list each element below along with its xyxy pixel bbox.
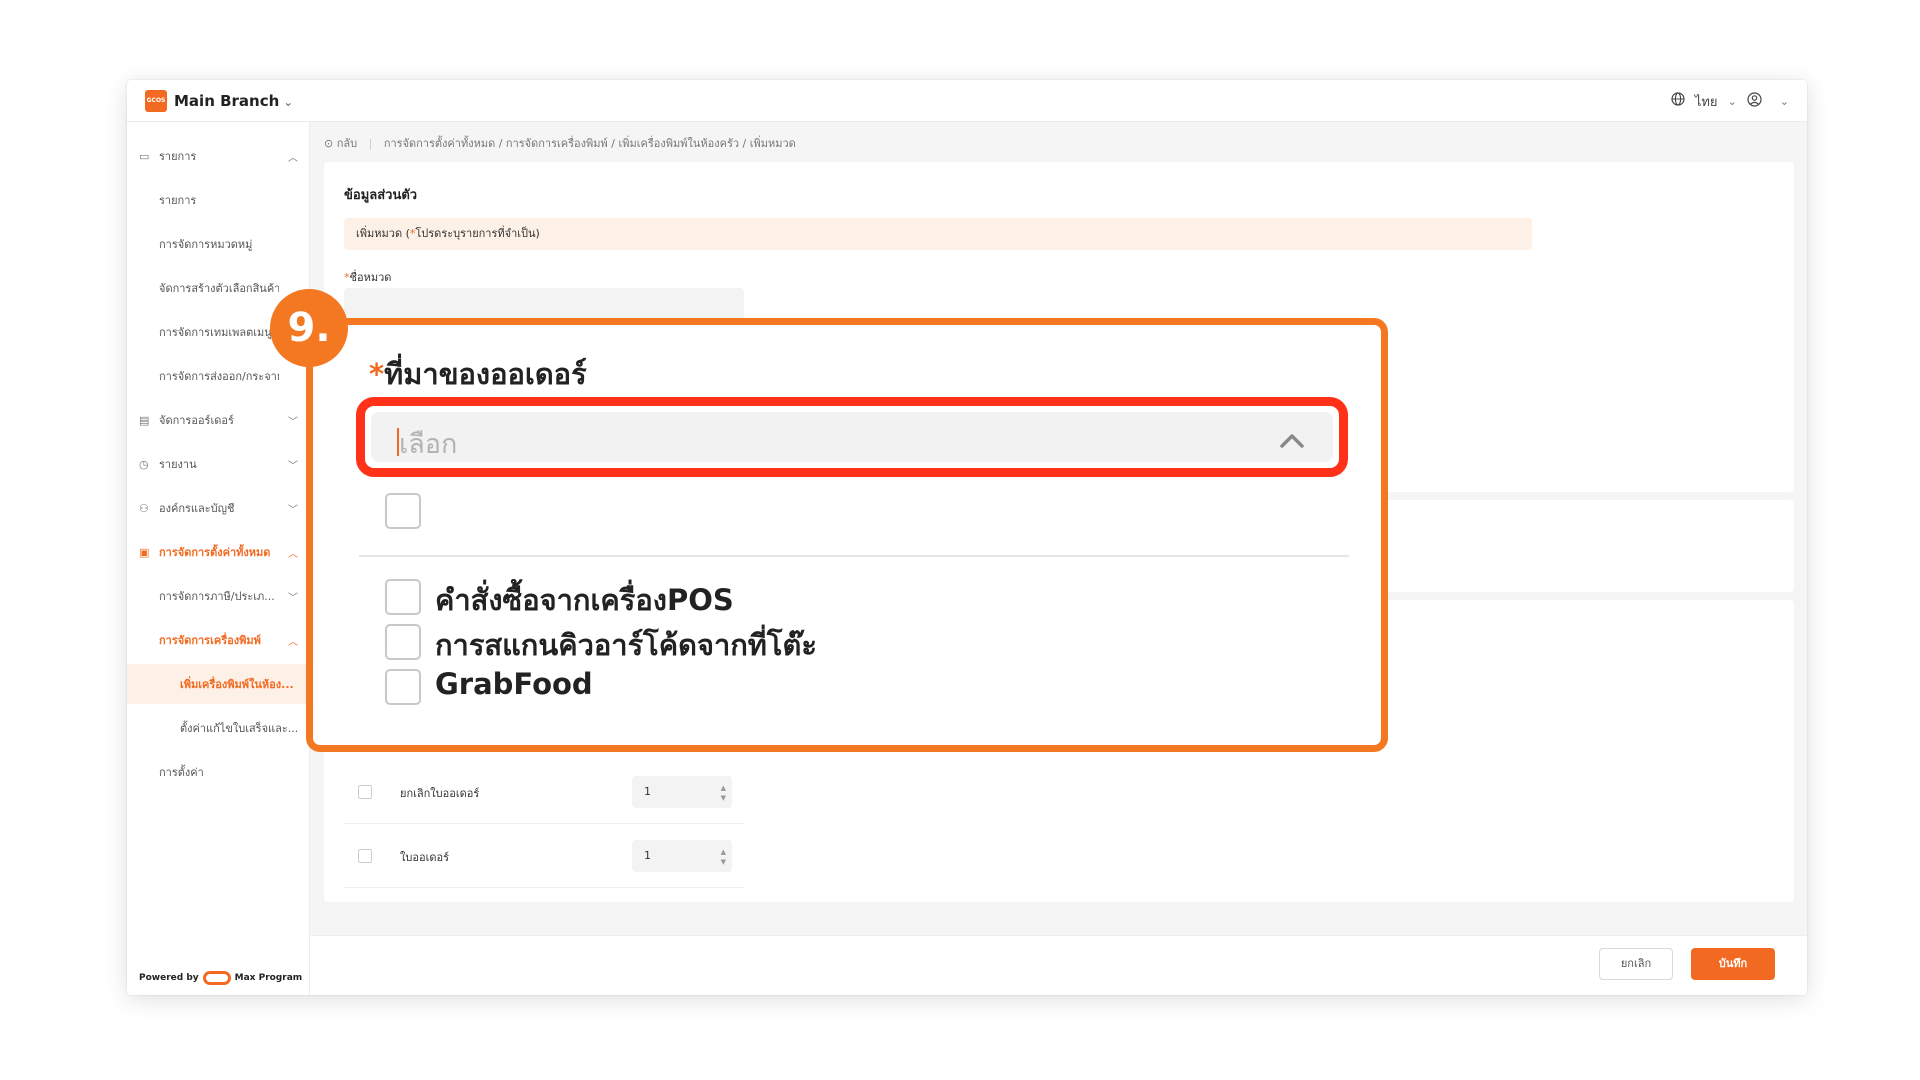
row-checkbox[interactable] [358, 849, 372, 863]
option-checkbox[interactable] [385, 624, 421, 660]
option-grabfood[interactable]: GrabFood [359, 657, 1349, 709]
chevron-up-icon: ︿ [288, 152, 298, 164]
chevron-down-icon: ﹀ [288, 592, 298, 604]
branch-name: Main Branch [174, 92, 280, 110]
user-icon[interactable] [1747, 91, 1762, 111]
chevron-up-icon[interactable] [1277, 426, 1307, 456]
clock-icon: ◷ [139, 457, 149, 471]
chevron-up-icon: ︿ [288, 548, 298, 560]
chevron-down-icon: ﹀ [288, 460, 298, 472]
category-name-label: *ชื่อหมวด [344, 271, 392, 284]
sidebar-item-reports[interactable]: ◷ รายงาน ﹀ [127, 454, 310, 474]
row-label: ยกเลิกใบออเดอร์ [400, 787, 480, 800]
breadcrumb: ⊙ กลับ | การจัดการตั้งค่าทั้งหมด / การจั… [324, 137, 796, 150]
chevron-down-icon: ﹀ [288, 416, 298, 428]
back-link[interactable]: กลับ [337, 137, 357, 150]
language-selector[interactable]: ไทย [1695, 91, 1718, 112]
stepper-arrows-icon[interactable]: ▲ ▼ [721, 840, 726, 867]
settings-icon: ▣ [139, 545, 150, 559]
quantity-stepper[interactable]: 1 ▲ ▼ [632, 776, 732, 808]
zoom-callout: *ที่มาของออเดอร์ เลือก คำสั่งซื้อจากเครื… [306, 318, 1388, 752]
chevron-down-icon: ⌄ [283, 95, 294, 109]
info-banner: เพิ่มหมวด (*โปรดระบุรายการที่จำเป็น) [344, 218, 1532, 250]
form-footer: ยกเลิก บันทึก [310, 935, 1807, 995]
sidebar-item-printers[interactable]: การจัดการเครื่องพิมพ์ ︿ [127, 630, 310, 650]
breadcrumb-path: การจัดการตั้งค่าทั้งหมด / การจัดการเครื่… [383, 137, 796, 150]
cancel-button[interactable]: ยกเลิก [1599, 948, 1673, 980]
divider [359, 555, 1349, 557]
chevron-down-icon: ⌄ [1727, 94, 1737, 108]
sidebar-item-tax[interactable]: การจัดการภาษี/ประเภ... ﹀ [127, 586, 310, 606]
table-row: ยกเลิกใบออเดอร์ 1 ▲ ▼ [344, 760, 744, 824]
category-name-input[interactable] [344, 288, 744, 322]
sidebar-item-list[interactable]: รายการ [127, 190, 310, 210]
users-icon: ⚇ [139, 501, 149, 515]
sidebar-item-settings-group[interactable]: ▣ การจัดการตั้งค่าทั้งหมด ︿ [127, 542, 310, 562]
sidebar-item-product-options[interactable]: จัดการสร้างตัวเลือกสินค้า [127, 278, 310, 298]
sidebar-item-list-group[interactable]: ▭ รายการ ︿ [127, 146, 310, 166]
option-checkbox[interactable] [385, 669, 421, 705]
back-icon[interactable]: ⊙ [324, 137, 333, 150]
step-badge: 9. [270, 289, 348, 367]
quantity-stepper[interactable]: 1 ▲ ▼ [632, 840, 732, 872]
sidebar-item-receipt-settings[interactable]: ตั้งค่าแก้ไขใบเสร็จและ... [127, 718, 310, 738]
option-label: GrabFood [435, 667, 593, 701]
chevron-up-icon: ︿ [288, 636, 298, 648]
sidebar-item-organization[interactable]: ⚇ องค์กรและบัญชี ﹀ [127, 498, 310, 518]
section-title: ข้อมูลส่วนตัว [344, 188, 418, 203]
row-checkbox[interactable] [358, 785, 372, 799]
sidebar-item-export[interactable]: การจัดการส่งออก/กระจาย... [127, 366, 310, 386]
chevron-down-icon: ﹀ [288, 504, 298, 516]
option-checkbox[interactable] [385, 579, 421, 615]
chevron-down-icon[interactable]: ⌄ [1780, 95, 1789, 108]
brand-logo-icon [202, 971, 231, 985]
globe-icon[interactable] [1671, 92, 1685, 110]
sidebar-item-add-kitchen-printer[interactable]: เพิ่มเครื่องพิมพ์ในห้อง... [127, 664, 310, 704]
order-source-label: *ที่มาของออเดอร์ [369, 357, 587, 391]
top-bar: GCOS Main Branch ⌄ ไทย ⌄ ⌄ [127, 80, 1807, 122]
clipboard-icon: ▤ [139, 413, 150, 427]
dropdown-list: คำสั่งซื้อจากเครื่องPOS การสแกนคิวอาร์โค… [359, 481, 1349, 727]
option-select-all[interactable] [359, 481, 1349, 533]
branch-selector[interactable]: Main Branch ⌄ [174, 90, 293, 113]
stepper-arrows-icon[interactable]: ▲ ▼ [721, 776, 726, 803]
sidebar-item-general-settings[interactable]: การตั้งค่า [127, 762, 310, 782]
option-checkbox[interactable] [385, 493, 421, 529]
list-icon: ▭ [139, 149, 150, 163]
order-source-select[interactable]: เลือก [371, 412, 1333, 462]
sidebar: ▭ รายการ ︿ รายการ การจัดการหมวดหมู่ จัดการ… [127, 122, 310, 995]
powered-by: Powered by Max Program [139, 971, 303, 985]
sidebar-item-orders[interactable]: ▤ จัดการออร์เดอร์ ﹀ [127, 410, 310, 430]
row-label: ใบออเดอร์ [400, 851, 449, 864]
sidebar-item-category[interactable]: การจัดการหมวดหมู่ [127, 234, 310, 254]
select-placeholder: เลือก [399, 429, 458, 460]
app-logo: GCOS [145, 90, 167, 112]
save-button[interactable]: บันทึก [1691, 948, 1775, 980]
table-row: ใบออเดอร์ 1 ▲ ▼ [344, 824, 744, 888]
highlight-frame: เลือก [356, 397, 1348, 477]
